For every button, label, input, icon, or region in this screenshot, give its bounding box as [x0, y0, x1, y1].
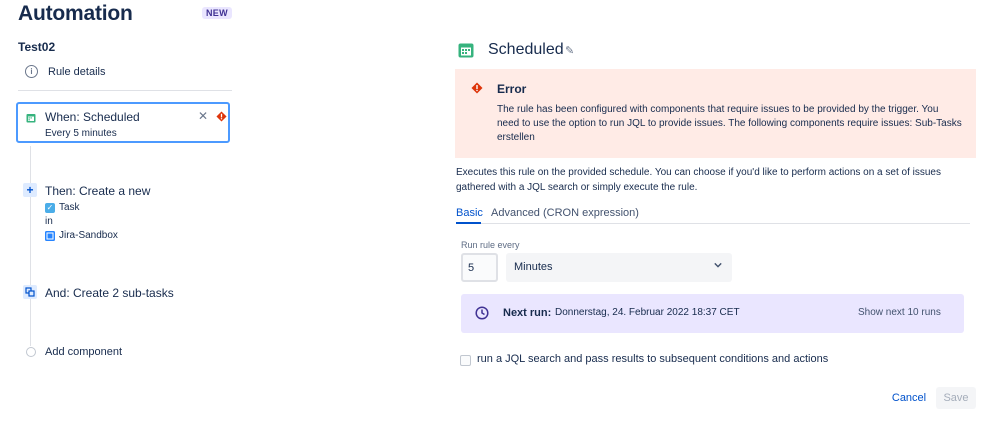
description: Executes this rule on the provided sched… [456, 167, 941, 193]
in-label: in [45, 216, 53, 227]
error-icon [471, 82, 483, 94]
save-button[interactable]: Save [936, 387, 976, 409]
cancel-button[interactable]: Cancel [886, 387, 932, 409]
show-next-runs-button[interactable]: Show next 10 runs [858, 307, 941, 318]
interval-input[interactable]: 5 [461, 253, 498, 282]
tab-advanced[interactable]: Advanced (CRON expression) [491, 207, 639, 219]
panel-title: Scheduled [488, 41, 564, 58]
tab-divider [456, 223, 970, 224]
jql-checkbox[interactable] [460, 355, 471, 366]
action-subtasks-title[interactable]: And: Create 2 sub-tasks [45, 286, 174, 300]
jql-option-label[interactable]: run a JQL search and pass results to sub… [477, 353, 828, 365]
new-badge: NEW [202, 7, 232, 19]
error-icon [216, 111, 227, 122]
plus-icon: + [23, 183, 37, 197]
clock-icon [475, 306, 489, 320]
project-icon [45, 230, 55, 241]
calendar-icon [26, 114, 36, 123]
error-title: Error [497, 82, 527, 96]
interval-unit-select[interactable]: Minutes [506, 253, 732, 282]
info-icon: i [25, 65, 38, 78]
next-run-value: Donnerstag, 24. Februar 2022 18:37 CET [555, 307, 740, 318]
page-title: Automation [18, 2, 133, 25]
interval-unit-value: Minutes [514, 261, 553, 273]
add-component-link[interactable]: Add component [45, 346, 122, 358]
trigger-title: When: Scheduled [45, 110, 140, 124]
issue-type-label: Task [59, 202, 80, 213]
next-run-panel: Next run: Donnerstag, 24. Februar 2022 1… [461, 294, 964, 333]
rule-details-label: Rule details [48, 65, 106, 78]
rule-name: Test02 [18, 40, 56, 54]
rule-details-link[interactable]: i Rule details [25, 65, 105, 78]
project: Jira-Sandbox [45, 230, 118, 241]
task-checkbox-icon: ✓ [45, 202, 55, 213]
trigger-card[interactable]: When: Scheduled Every 5 minutes ✕ [16, 102, 230, 143]
tab-basic[interactable]: Basic [456, 207, 483, 219]
pencil-icon[interactable]: ✎ [565, 44, 574, 57]
error-banner: Error The rule has been configured with … [455, 69, 976, 158]
issue-type: ✓ Task [45, 202, 80, 213]
timeline-connector [30, 146, 31, 346]
active-tab-indicator [456, 222, 481, 224]
calendar-icon [458, 43, 474, 58]
action-create-title[interactable]: Then: Create a new [45, 184, 150, 198]
run-rule-label: Run rule every [461, 240, 520, 250]
error-message: The rule has been configured with compon… [497, 104, 962, 143]
next-run-label: Next run: [503, 307, 552, 319]
trigger-subtitle: Every 5 minutes [45, 128, 117, 139]
add-component-dot [26, 347, 36, 357]
close-icon[interactable]: ✕ [198, 109, 208, 123]
chevron-down-icon [714, 262, 722, 268]
subtasks-icon [23, 285, 37, 299]
project-label: Jira-Sandbox [59, 230, 118, 241]
divider [18, 90, 232, 91]
